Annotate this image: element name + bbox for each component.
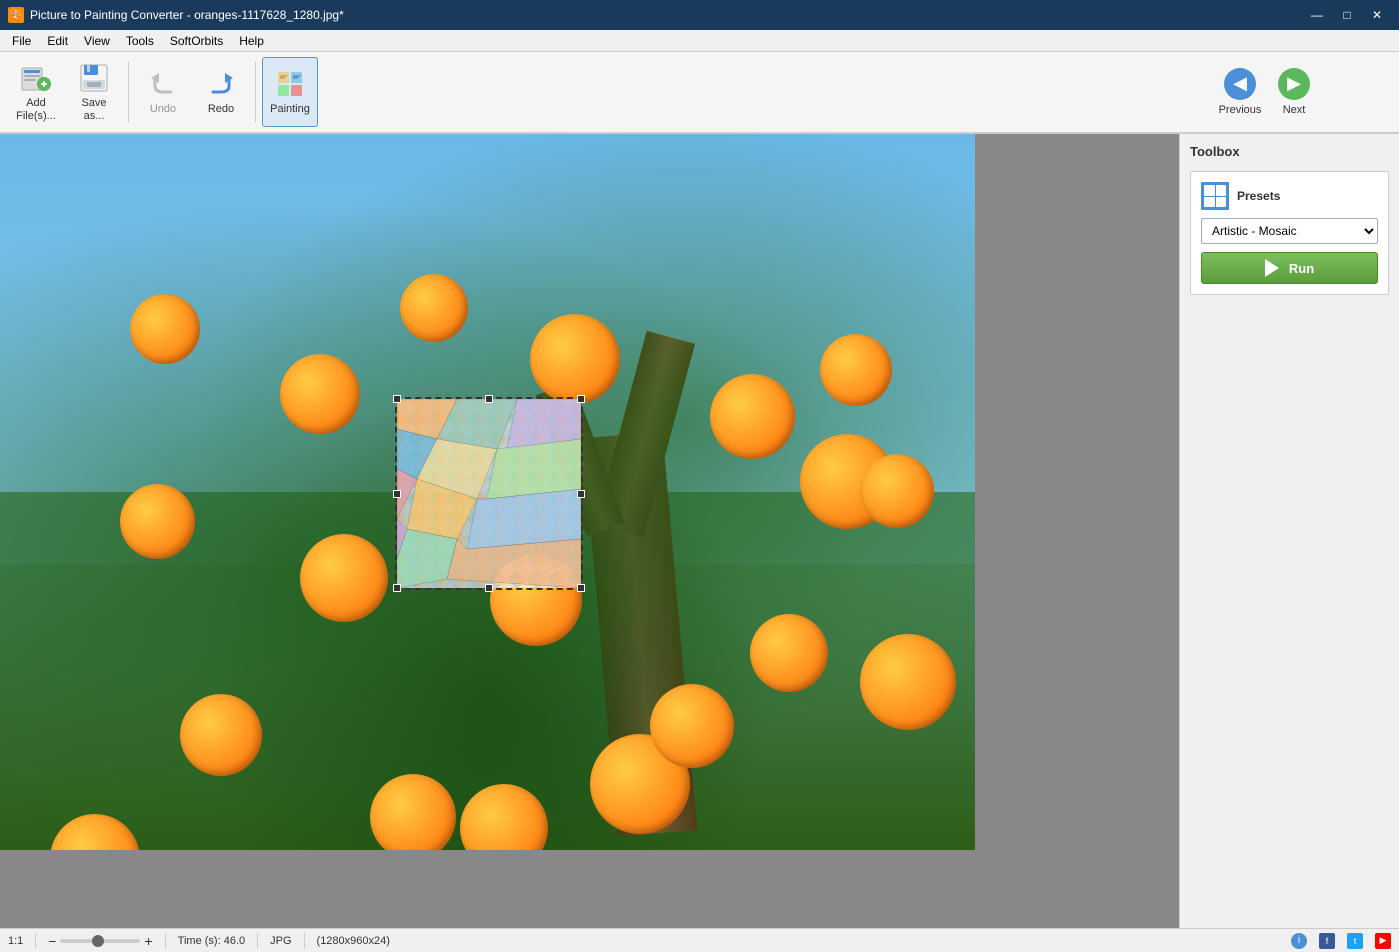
menu-edit[interactable]: Edit (39, 32, 76, 50)
toolbox-inner: Presets Artistic - Mosaic Artistic - Oil… (1190, 171, 1389, 295)
title-bar-left: 🎨 Picture to Painting Converter - orange… (8, 7, 344, 23)
status-bar: 1:1 − + Time (s): 46.0 JPG (1280x960x24)… (0, 928, 1399, 952)
app-icon: 🎨 (8, 7, 24, 23)
menu-help[interactable]: Help (231, 32, 272, 50)
zoom-thumb[interactable] (92, 935, 104, 947)
menu-bar: File Edit View Tools SoftOrbits Help (0, 30, 1399, 52)
dimensions-display: (1280x960x24) (317, 935, 390, 947)
title-bar-controls: — □ ✕ (1303, 5, 1391, 25)
zoom-in-icon[interactable]: + (144, 933, 152, 949)
zoom-slider[interactable] (60, 939, 140, 943)
undo-button[interactable]: Undo (135, 57, 191, 127)
add-files-label: AddFile(s)... (16, 97, 56, 121)
main-content: Toolbox Presets Artistic - Mosaic Artist… (0, 134, 1399, 928)
redo-label: Redo (208, 103, 234, 115)
handle-tl[interactable] (393, 395, 401, 403)
minimize-button[interactable]: — (1303, 5, 1331, 25)
handle-bm[interactable] (485, 584, 493, 592)
painting-label: Painting (270, 103, 310, 115)
title-bar: 🎨 Picture to Painting Converter - orange… (0, 0, 1399, 30)
status-sep-2 (165, 933, 166, 949)
menu-tools[interactable]: Tools (118, 32, 162, 50)
previous-label: Previous (1219, 104, 1262, 116)
save-as-button[interactable]: Saveas... (66, 57, 122, 127)
presets-label: Presets (1237, 189, 1280, 203)
next-button[interactable]: ▶ Next (1269, 57, 1319, 127)
close-button[interactable]: ✕ (1363, 5, 1391, 25)
previous-button[interactable]: ◀ Previous (1215, 57, 1265, 127)
toolbar-separator-1 (128, 62, 129, 122)
toolbox-title: Toolbox (1190, 144, 1389, 159)
run-icon (1265, 259, 1283, 277)
redo-icon (205, 68, 237, 100)
toolbar-separator-2 (255, 62, 256, 122)
twitter-button[interactable]: t (1347, 933, 1363, 949)
next-icon: ▶ (1278, 68, 1310, 100)
run-label: Run (1289, 261, 1314, 276)
menu-softorbits[interactable]: SoftOrbits (162, 32, 231, 50)
prev-next-area: ◀ Previous ▶ Next (1215, 57, 1319, 127)
maximize-button[interactable]: □ (1333, 5, 1361, 25)
redo-button[interactable]: Redo (193, 57, 249, 127)
run-button[interactable]: Run (1201, 252, 1378, 284)
zoom-level: 1:1 (8, 935, 23, 947)
youtube-button[interactable]: ▶ (1375, 933, 1391, 949)
presets-icon (1201, 182, 1229, 210)
toolbar: AddFile(s)... Saveas... Undo (0, 52, 1399, 134)
zoom-control: − + (48, 933, 152, 949)
save-as-icon (78, 62, 110, 94)
time-display: Time (s): 46.0 (178, 935, 245, 947)
canvas-image (0, 134, 975, 850)
add-files-icon (20, 62, 52, 94)
presets-header: Presets (1201, 182, 1378, 210)
menu-view[interactable]: View (76, 32, 118, 50)
mosaic-selection[interactable] (395, 397, 583, 590)
status-sep-3 (257, 933, 258, 949)
toolbox-panel: Toolbox Presets Artistic - Mosaic Artist… (1179, 134, 1399, 928)
window-title: Picture to Painting Converter - oranges-… (30, 8, 344, 22)
undo-label: Undo (150, 103, 176, 115)
handle-br[interactable] (577, 584, 585, 592)
facebook-button[interactable]: f (1319, 933, 1335, 949)
menu-file[interactable]: File (4, 32, 39, 50)
format-display: JPG (270, 935, 291, 947)
painting-button[interactable]: Painting (262, 57, 318, 127)
painting-icon (274, 68, 306, 100)
canvas-area[interactable] (0, 134, 1179, 928)
info-button[interactable]: i (1291, 933, 1307, 949)
handle-mr[interactable] (577, 490, 585, 498)
next-label: Next (1283, 104, 1306, 116)
presets-select[interactable]: Artistic - Mosaic Artistic - Oil Paint A… (1201, 218, 1378, 244)
undo-icon (147, 68, 179, 100)
handle-tm[interactable] (485, 395, 493, 403)
add-files-button[interactable]: AddFile(s)... (8, 57, 64, 127)
status-sep-4 (304, 933, 305, 949)
status-sep-1 (35, 933, 36, 949)
handle-ml[interactable] (393, 490, 401, 498)
handle-bl[interactable] (393, 584, 401, 592)
save-as-label: Saveas... (81, 97, 106, 121)
handle-tr[interactable] (577, 395, 585, 403)
previous-icon: ◀ (1224, 68, 1256, 100)
zoom-out-icon[interactable]: − (48, 933, 56, 949)
